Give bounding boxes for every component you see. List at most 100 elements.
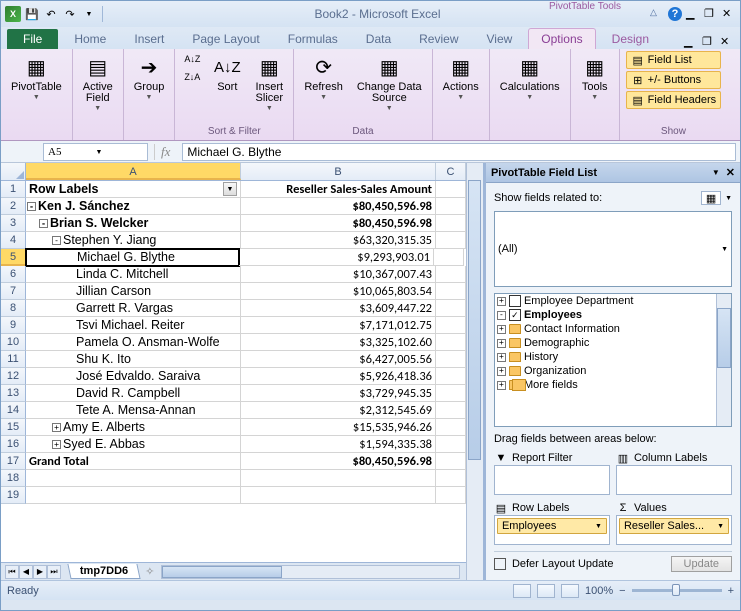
row-labels-area[interactable]: Employees▼ [494, 515, 610, 545]
tab-page-layout[interactable]: Page Layout [180, 29, 271, 49]
values-area[interactable]: Reseller Sales...▼ [616, 515, 732, 545]
pivot-value-cell[interactable]: $10,367,007.43 [241, 266, 436, 283]
tab-design[interactable]: Design [600, 29, 661, 49]
expand-icon[interactable]: + [497, 353, 506, 362]
tab-review[interactable]: Review [407, 29, 470, 49]
tab-options[interactable]: Options [528, 28, 595, 49]
pivot-value-cell[interactable]: $80,450,596.98 [241, 215, 436, 232]
cell[interactable] [436, 351, 466, 368]
field-list-item[interactable]: +Demographic [495, 336, 731, 350]
pivot-values-header[interactable]: Reseller Sales-Sales Amount [241, 181, 436, 198]
pivot-row-cell[interactable]: -Brian S. Welcker [26, 215, 241, 232]
qat-dropdown-icon[interactable]: ▼ [81, 6, 97, 22]
expand-icon[interactable]: + [497, 325, 506, 334]
name-box[interactable]: A5 ▼ [43, 143, 148, 161]
row-header[interactable]: 11 [1, 351, 26, 368]
row-header[interactable]: 17 [1, 453, 26, 470]
cell[interactable] [436, 232, 466, 249]
pivot-value-cell[interactable]: $63,320,315.35 [241, 232, 436, 249]
redo-icon[interactable]: ↷ [62, 6, 78, 22]
tab-file[interactable]: File [7, 29, 58, 49]
column-header-a[interactable]: A [26, 163, 241, 180]
tab-view[interactable]: View [475, 29, 525, 49]
change-data-source-button[interactable]: ▦ Change Data Source ▼ [353, 51, 426, 114]
field-list-scrollbar[interactable] [716, 294, 731, 426]
fx-icon[interactable]: fx [154, 144, 176, 160]
field-headers-toggle[interactable]: ▤Field Headers [626, 91, 721, 109]
row-header[interactable]: 4 [1, 232, 26, 249]
column-header-c[interactable]: C [436, 163, 466, 180]
row-header[interactable]: 2 [1, 198, 26, 215]
pivot-row-cell[interactable]: David R. Campbell [26, 385, 241, 402]
collapse-icon[interactable]: - [39, 219, 48, 228]
row-header[interactable]: 3 [1, 215, 26, 232]
minimize-icon[interactable]: ▁ [686, 7, 700, 21]
next-sheet-icon[interactable]: ▶ [33, 565, 47, 579]
pivot-row-cell[interactable]: Shu K. Ito [26, 351, 241, 368]
filter-dropdown-icon[interactable]: ▼ [223, 182, 237, 196]
zoom-slider[interactable] [632, 589, 722, 592]
row-labels-chip[interactable]: Employees▼ [497, 518, 607, 534]
row-header[interactable]: 9 [1, 317, 26, 334]
row-header[interactable]: 10 [1, 334, 26, 351]
pivot-value-cell[interactable]: $15,535,946.26 [241, 419, 436, 436]
new-sheet-icon[interactable]: ✧ [145, 565, 154, 578]
pivot-value-cell[interactable]: $6,427,005.56 [241, 351, 436, 368]
zoom-percent[interactable]: 100% [585, 585, 613, 597]
pivot-row-cell[interactable]: Tsvi Michael. Reiter [26, 317, 241, 334]
pivot-value-cell[interactable]: $3,325,102.60 [241, 334, 436, 351]
cell[interactable] [436, 215, 466, 232]
field-list-item[interactable]: +Employee Department [495, 294, 731, 308]
page-break-view-icon[interactable] [561, 584, 579, 598]
cell[interactable] [436, 181, 466, 198]
active-field-button[interactable]: ▤ Active Field ▼ [79, 51, 117, 114]
row-header[interactable]: 1 [1, 181, 26, 198]
workbook-minimize-icon[interactable]: ▁ [684, 35, 698, 49]
row-header[interactable]: 7 [1, 283, 26, 300]
pivot-row-cell[interactable]: Jillian Carson [26, 283, 241, 300]
group-button[interactable]: ➔ Group ▼ [130, 51, 169, 103]
row-header[interactable]: 15 [1, 419, 26, 436]
field-checkbox[interactable] [509, 295, 521, 307]
collapse-icon[interactable]: - [52, 236, 61, 245]
zoom-out-icon[interactable]: − [619, 585, 625, 597]
related-table-select[interactable]: (All) ▼ [494, 211, 732, 287]
cell[interactable] [436, 419, 466, 436]
row-header[interactable]: 8 [1, 300, 26, 317]
zoom-in-icon[interactable]: + [728, 585, 734, 597]
pivot-value-cell[interactable]: $1,594,335.38 [241, 436, 436, 453]
pivottable-button[interactable]: ▦ PivotTable ▼ [7, 51, 66, 103]
pivot-value-cell[interactable]: $9,293,903.01 [239, 249, 434, 266]
pivot-row-cell[interactable]: Pamela O. Ansman-Wolfe [26, 334, 241, 351]
taskpane-close-icon[interactable]: ✕ [726, 166, 735, 179]
layout-dropdown-icon[interactable]: ▼ [725, 195, 732, 202]
expand-icon[interactable]: + [497, 367, 506, 376]
cell[interactable] [434, 249, 464, 266]
grand-total-label[interactable]: Grand Total [26, 453, 241, 470]
restore-icon[interactable]: ❐ [704, 7, 718, 21]
workbook-restore-icon[interactable]: ❐ [702, 35, 716, 49]
expand-icon[interactable]: + [52, 440, 61, 449]
name-box-dropdown-icon[interactable]: ▼ [96, 148, 144, 156]
formula-input[interactable]: Michael G. Blythe [182, 143, 736, 161]
field-list-toggle[interactable]: ▤Field List [626, 51, 721, 69]
layout-options-icon[interactable]: ▦ [701, 191, 721, 205]
cell[interactable] [436, 368, 466, 385]
expand-icon[interactable]: + [52, 423, 61, 432]
pivot-value-cell[interactable]: $3,609,447.22 [241, 300, 436, 317]
vertical-scrollbar[interactable] [466, 163, 483, 580]
collapse-icon[interactable]: - [497, 311, 506, 320]
expand-icon[interactable]: + [497, 297, 506, 306]
cell[interactable] [436, 198, 466, 215]
field-list-item[interactable]: +Contact Information [495, 322, 731, 336]
prev-sheet-icon[interactable]: ◀ [19, 565, 33, 579]
pivot-row-cell[interactable]: Linda C. Mitchell [26, 266, 241, 283]
sort-az-button[interactable]: A↓Z [181, 51, 203, 67]
horizontal-scrollbar[interactable] [161, 565, 460, 579]
undo-icon[interactable]: ↶ [43, 6, 59, 22]
calculations-button[interactable]: ▦ Calculations ▼ [496, 51, 564, 103]
pivot-row-cell[interactable]: Garrett R. Vargas [26, 300, 241, 317]
normal-view-icon[interactable] [513, 584, 531, 598]
expand-icon[interactable]: + [497, 381, 506, 390]
tab-insert[interactable]: Insert [122, 29, 176, 49]
